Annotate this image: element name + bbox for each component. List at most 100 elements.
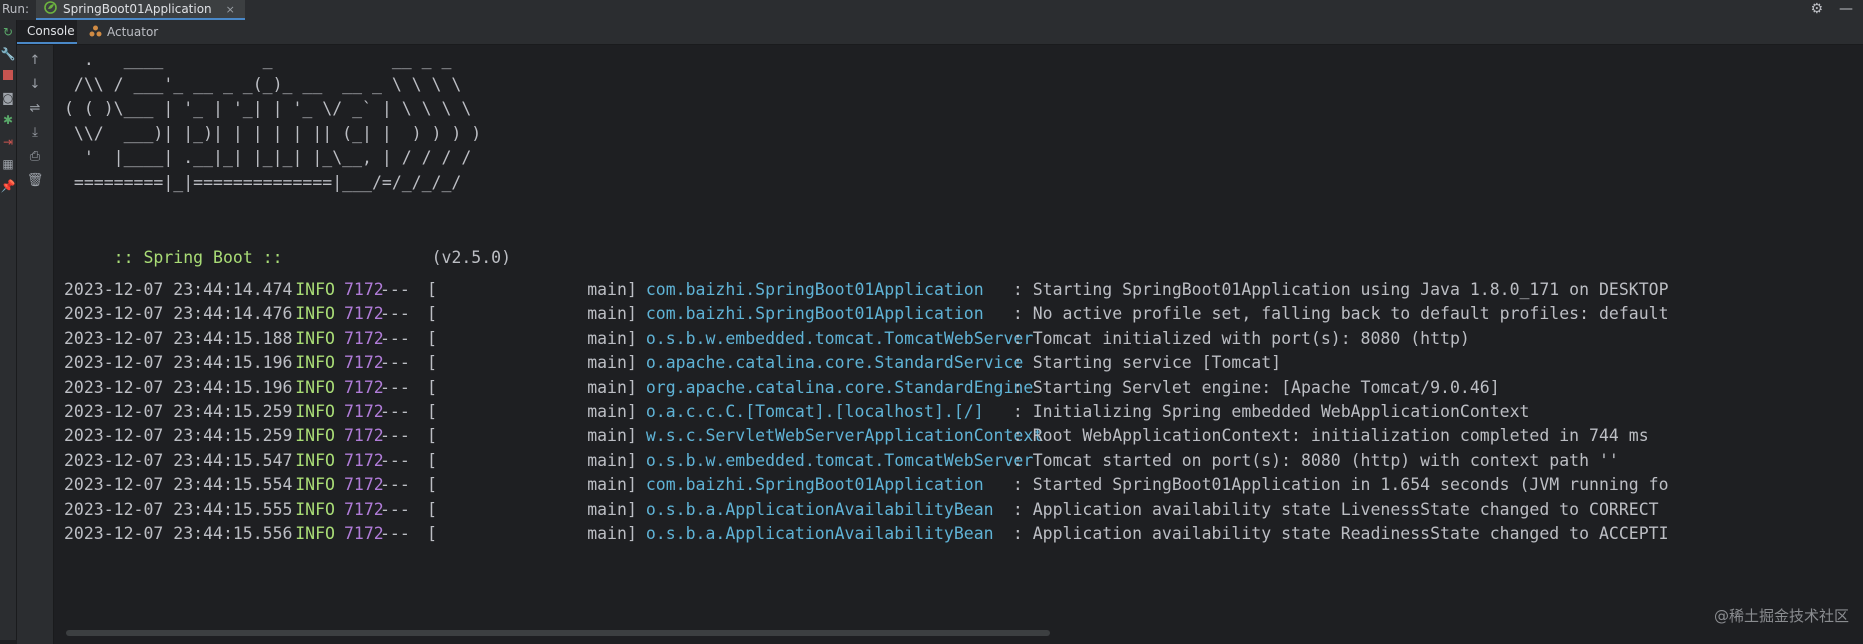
log-pid: 7172 — [344, 401, 384, 421]
soft-wrap-icon[interactable]: ⇌ — [30, 101, 41, 117]
log-line: 2023-12-07 23:44:15.554 INFO 7172 --- [main]… — [64, 473, 1669, 497]
log-level: INFO — [295, 328, 335, 348]
tab-console[interactable]: Console — [17, 20, 77, 44]
log-ts: 2023-12-07 23:44:15.259 — [64, 401, 293, 421]
log-pid: 7172 — [344, 377, 384, 397]
trash-icon[interactable]: 🗑 — [27, 173, 44, 189]
log-thread: main — [587, 304, 627, 324]
gear-icon[interactable]: ⚙ — [1810, 1, 1823, 17]
log-logger: w.s.c.ServletWebServerApplicationContext — [645, 426, 1044, 446]
log-pid: 7172 — [344, 450, 384, 470]
console-output[interactable]: . ____ _ __ _ _ /\\ / ___'_ __ _ _(_)_ _… — [54, 45, 1863, 636]
log-ts: 2023-12-07 23:44:15.555 — [64, 499, 293, 519]
console-subtabs: Console Actuator — [17, 20, 1863, 45]
log-sep: --- — [380, 499, 410, 519]
log-line: 2023-12-07 23:44:15.196 INFO 7172 --- [main]… — [64, 351, 1669, 375]
log-line: 2023-12-07 23:44:15.555 INFO 7172 --- [main]… — [64, 498, 1669, 522]
log-sep: --- — [380, 401, 410, 421]
log-ts: 2023-12-07 23:44:14.474 — [64, 280, 293, 299]
tab-console-label: Console — [27, 24, 75, 38]
close-icon[interactable]: × — [226, 3, 235, 16]
log-line: 2023-12-07 23:44:15.259 INFO 7172 --- [ main]… — [64, 400, 1669, 424]
run-toolbar: Run: SpringBoot01Application × ⚙ — — [0, 0, 1863, 21]
layout-icon[interactable]: ▦ — [0, 156, 16, 172]
debug-bug-icon[interactable]: ✱ — [0, 112, 16, 128]
log-msg: : Application availability state Livenes… — [1012, 499, 1659, 519]
tab-actuator[interactable]: Actuator — [79, 20, 168, 44]
log-level: INFO — [295, 499, 335, 519]
log-sep: --- — [380, 304, 410, 324]
log-level: INFO — [295, 450, 335, 470]
log-sep: --- — [380, 450, 410, 470]
log-level: INFO — [295, 401, 335, 421]
camera-icon[interactable]: ◙ — [0, 90, 16, 106]
log-br-close: ] — [626, 353, 637, 373]
log-level: INFO — [295, 353, 335, 373]
log-br-open: [ — [427, 426, 437, 446]
rerun-icon[interactable]: ↻ — [0, 24, 16, 40]
log-ts: 2023-12-07 23:44:15.188 — [64, 328, 293, 348]
log-br-close: ] — [626, 401, 637, 421]
log-msg: : Tomcat started on port(s): 8080 (http)… — [1012, 450, 1619, 470]
log-logger: o.s.b.a.ApplicationAvailabilityBean — [645, 499, 994, 519]
log-ts: 2023-12-07 23:44:15.259 — [64, 426, 293, 446]
log-msg: : Root WebApplicationContext: initializa… — [1012, 426, 1649, 446]
log-br-open: [ — [427, 523, 437, 543]
log-line: 2023-12-07 23:44:15.188 INFO 7172 --- [main]… — [64, 327, 1669, 351]
log-msg: : Initializing Spring embedded WebApplic… — [1012, 401, 1530, 421]
log-ts: 2023-12-07 23:44:15.556 — [64, 523, 293, 543]
run-tab-springboot01application[interactable]: SpringBoot01Application × — [36, 0, 245, 20]
spring-banner-ascii: . ____ _ __ _ _ /\\ / ___'_ __ _ _(_)_ _… — [64, 50, 482, 192]
log-sep: --- — [380, 523, 410, 543]
log-logger: com.baizhi.SpringBoot01Application — [645, 280, 984, 299]
log-br-close: ] — [626, 328, 637, 348]
tab-actuator-label: Actuator — [107, 25, 159, 39]
spring-boot-version: (v2.5.0) — [292, 247, 512, 267]
log-msg: : Started SpringBoot01Application in 1.6… — [1012, 475, 1669, 495]
arrow-down-icon[interactable]: ↓ — [30, 77, 41, 93]
log-ts: 2023-12-07 23:44:15.196 — [64, 377, 293, 397]
log-br-open: [ — [427, 328, 437, 348]
spring-boot-label: :: Spring Boot :: — [103, 247, 293, 267]
log-thread: main — [587, 328, 627, 348]
scroll-to-end-icon[interactable]: ⤓ — [32, 125, 38, 141]
log-logger: o.apache.catalina.core.StandardService — [645, 353, 1024, 373]
log-logger: o.s.b.a.ApplicationAvailabilityBean — [645, 523, 994, 543]
log-thread: main — [587, 450, 627, 470]
log-msg: : Tomcat initialized with port(s): 8080 … — [1012, 328, 1470, 348]
log-pid: 7172 — [344, 499, 384, 519]
log-line: 2023-12-07 23:44:15.259 INFO 7172 --- [main]… — [64, 424, 1669, 448]
horizontal-scrollbar[interactable] — [66, 630, 1050, 636]
exit-icon[interactable]: ⇥ — [0, 134, 16, 150]
log-pid: 7172 — [344, 328, 384, 348]
minimize-icon[interactable]: — — [1839, 1, 1853, 17]
log-line: 2023-12-07 23:44:14.476 INFO 7172 --- [main]… — [64, 302, 1669, 326]
log-thread: main — [587, 401, 627, 421]
log-pid: 7172 — [344, 353, 384, 373]
log-sep: --- — [380, 377, 410, 397]
log-msg: : No active profile set, falling back to… — [1012, 304, 1669, 324]
log-br-open: [ — [427, 377, 437, 397]
log-msg: : Starting service [Tomcat] — [1012, 353, 1282, 373]
stop-icon[interactable] — [0, 68, 16, 84]
wrench-icon[interactable]: 🔧 — [0, 46, 16, 62]
log-msg: : Starting SpringBoot01Application using… — [1012, 280, 1669, 299]
log-sep: --- — [380, 280, 410, 299]
log-br-open: [ — [427, 475, 437, 495]
run-label: Run: — [2, 2, 30, 16]
log-thread: main — [587, 377, 627, 397]
log-logger: o.a.c.c.C.[Tomcat].[localhost].[/] — [645, 401, 984, 421]
log-br-open: [ — [427, 401, 437, 421]
log-pid: 7172 — [344, 304, 384, 324]
log-br-close: ] — [626, 450, 637, 470]
actuator-icon — [89, 25, 102, 40]
print-icon[interactable]: ⎙ — [30, 149, 40, 165]
watermark: @稀土掘金技术社区 — [1713, 607, 1849, 625]
log-logger: o.s.b.w.embedded.tomcat.TomcatWebServer — [645, 450, 1034, 470]
pin-icon[interactable]: 📌 — [0, 178, 16, 194]
arrow-up-icon[interactable]: ↑ — [30, 53, 41, 69]
log-lines: 2023-12-07 23:44:14.474 INFO 7172 ---[main]… — [64, 278, 1669, 546]
console-gutter: ↑ ↓ ⇌ ⤓ ⎙ 🗑 — [17, 45, 54, 644]
log-line: 2023-12-07 23:44:14.474 INFO 7172 --- [main]… — [64, 278, 1669, 302]
log-br-open: [ — [427, 353, 437, 373]
